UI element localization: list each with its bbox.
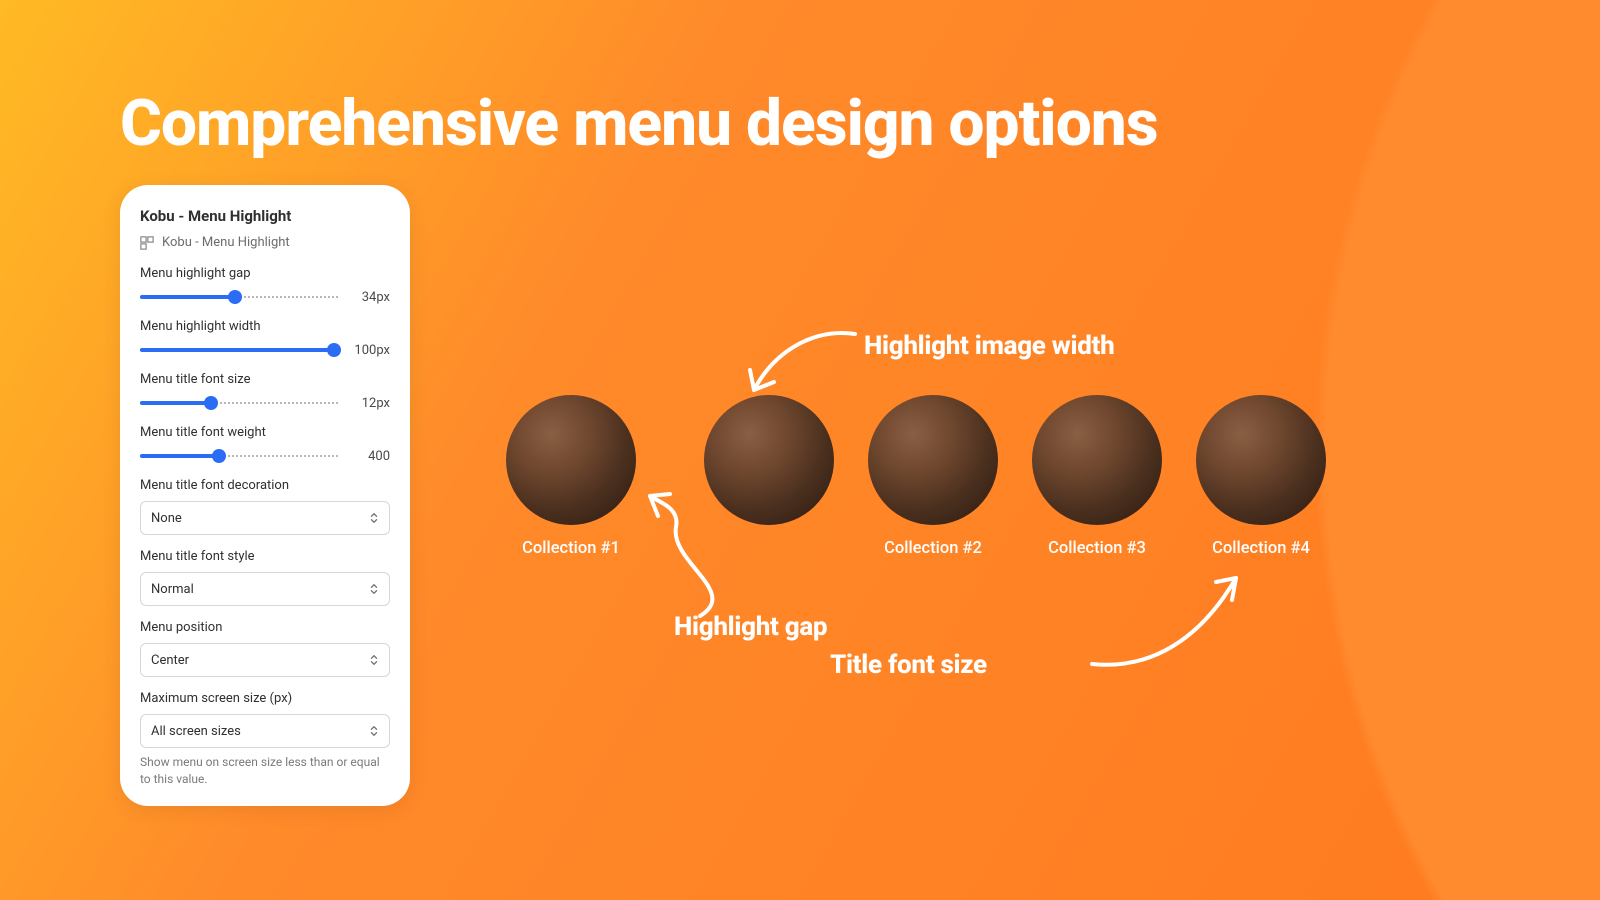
arrow-icon (1080, 560, 1250, 680)
chevron-updown-icon (369, 725, 379, 737)
select-label: Maximum screen size (px) (140, 691, 390, 706)
slider-value: 100px (348, 343, 390, 358)
menu-item-label: Collection #2 (868, 539, 998, 558)
menu-item: Collection #4 (1196, 395, 1326, 558)
menu-item-label: Collection #4 (1196, 539, 1326, 558)
select-menu-title-font-style: Menu title font style Normal (140, 549, 390, 606)
select-value: Normal (151, 582, 194, 597)
slider-label: Menu highlight width (140, 319, 390, 334)
select-control[interactable]: Center (140, 643, 390, 677)
menu-preview-row: Collection #1 Collection #2 Collection #… (506, 395, 1326, 558)
panel-title: Kobu - Menu Highlight (140, 207, 390, 225)
menu-item-label: Collection #1 (506, 539, 636, 558)
select-control[interactable]: None (140, 501, 390, 535)
settings-panel: Kobu - Menu Highlight Kobu - Menu Highli… (120, 185, 410, 806)
select-label: Menu title font style (140, 549, 390, 564)
slider-menu-highlight-width: Menu highlight width 100px (140, 319, 390, 358)
select-control[interactable]: All screen sizes (140, 714, 390, 748)
select-menu-title-font-decoration: Menu title font decoration None (140, 478, 390, 535)
slider-value: 34px (348, 290, 390, 305)
annotation-image-width: Highlight image width (864, 331, 1114, 361)
select-maximum-screen-size: Maximum screen size (px) All screen size… (140, 691, 390, 788)
annotation-font-size: Title font size (830, 650, 987, 680)
slider-menu-title-font-size: Menu title font size 12px (140, 372, 390, 411)
slider-track-menu-title-font-weight[interactable] (140, 448, 338, 464)
chevron-updown-icon (369, 583, 379, 595)
select-label: Menu position (140, 620, 390, 635)
select-value: None (151, 511, 182, 526)
slider-label: Menu title font size (140, 372, 390, 387)
chevron-updown-icon (369, 654, 379, 666)
menu-item: Collection #1 (506, 395, 636, 558)
slider-value: 400 (348, 449, 390, 464)
menu-item-image (1032, 395, 1162, 525)
select-control[interactable]: Normal (140, 572, 390, 606)
headline: Comprehensive menu design options (120, 86, 1158, 161)
slider-value: 12px (348, 396, 390, 411)
select-label: Menu title font decoration (140, 478, 390, 493)
slider-label: Menu title font weight (140, 425, 390, 440)
slider-menu-title-font-weight: Menu title font weight 400 (140, 425, 390, 464)
arrow-icon (640, 482, 760, 622)
chevron-updown-icon (369, 512, 379, 524)
select-value: All screen sizes (151, 724, 241, 739)
menu-item-image (868, 395, 998, 525)
select-value: Center (151, 653, 189, 668)
slider-label: Menu highlight gap (140, 266, 390, 281)
panel-subtitle-row: Kobu - Menu Highlight (140, 235, 390, 250)
marketing-slide: Comprehensive menu design options Kobu -… (0, 0, 1600, 900)
slider-track-menu-title-font-size[interactable] (140, 395, 338, 411)
slider-menu-highlight-gap: Menu highlight gap 34px (140, 266, 390, 305)
menu-item-image (506, 395, 636, 525)
select-help-text: Show menu on screen size less than or eq… (140, 754, 390, 788)
menu-item-label: Collection #3 (1032, 539, 1162, 558)
menu-item-image (1196, 395, 1326, 525)
select-menu-position: Menu position Center (140, 620, 390, 677)
menu-item: Collection #2 (868, 395, 998, 558)
arrow-icon (740, 320, 880, 410)
block-icon (140, 236, 154, 250)
menu-item: Collection #3 (1032, 395, 1162, 558)
panel-subtitle: Kobu - Menu Highlight (162, 235, 290, 250)
slider-track-menu-highlight-gap[interactable] (140, 289, 338, 305)
slider-track-menu-highlight-width[interactable] (140, 342, 338, 358)
